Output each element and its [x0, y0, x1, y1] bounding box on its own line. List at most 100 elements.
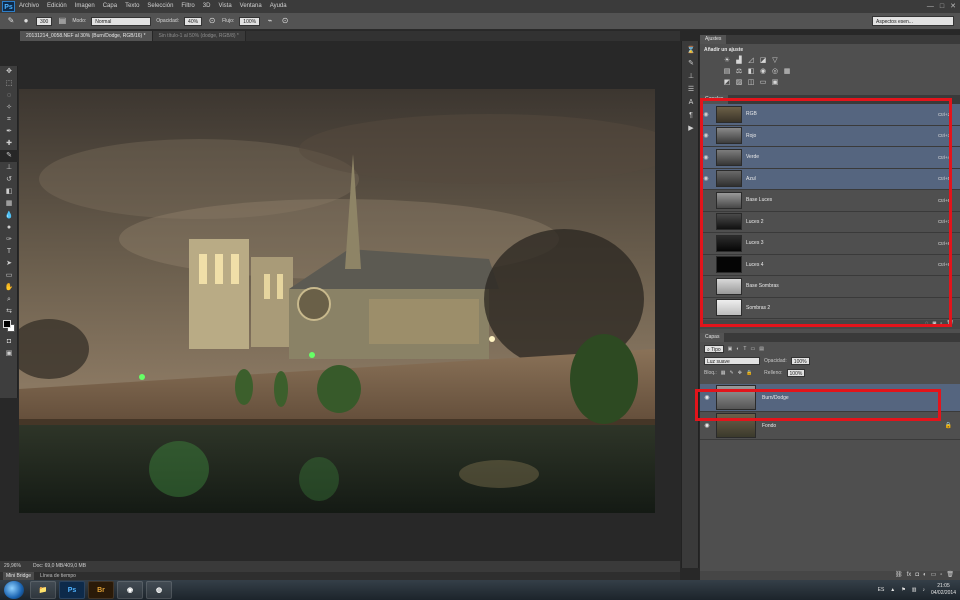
channel-row[interactable]: Luces 3 Ctrl+8 — [700, 233, 960, 255]
save-selection-icon[interactable]: ◙ — [933, 320, 937, 329]
pressure-size-icon[interactable]: ⊙ — [280, 16, 290, 26]
layer-row[interactable]: ◉ Fondo 🔒 — [700, 412, 960, 440]
menu-imagen[interactable]: Imagen — [75, 0, 95, 13]
blur-icon[interactable]: 💧 — [0, 210, 18, 222]
airbrush-icon[interactable]: ⌁ — [265, 16, 275, 26]
mode-select[interactable]: Normal — [91, 16, 152, 26]
flag-icon[interactable]: ⚑ — [901, 587, 905, 593]
lock-pixels-icon[interactable]: ✎ — [730, 370, 734, 376]
lock-position-icon[interactable]: ✥ — [738, 370, 742, 376]
eye-icon[interactable]: ◉ — [700, 175, 712, 182]
brush-preset-icon[interactable]: ● — [21, 16, 31, 26]
tray-arrow-icon[interactable]: ▲ — [890, 587, 895, 593]
eye-icon[interactable]: ◉ — [700, 154, 712, 161]
brush-presets-icon[interactable]: ✎ — [682, 57, 700, 70]
screen-mode-icon[interactable]: ▣ — [0, 348, 18, 360]
channel-row[interactable]: Base Sombras — [700, 276, 960, 298]
lock-icon[interactable]: 🔒 — [746, 370, 752, 376]
hue-saturation-icon[interactable]: ▤ — [722, 67, 732, 76]
workspace-select[interactable]: Aspectos esen... — [872, 16, 954, 26]
eye-icon[interactable]: ◉ — [700, 422, 714, 429]
menu-edicion[interactable]: Edición — [47, 0, 67, 13]
menu-ventana[interactable]: Ventana — [240, 0, 262, 13]
channel-row[interactable]: ◉ Rojo Ctrl+3 — [700, 125, 960, 147]
threshold-icon[interactable]: ◫ — [746, 78, 756, 87]
menu-archivo[interactable]: Archivo — [19, 0, 39, 13]
brush-icon[interactable]: ✎ — [6, 16, 16, 26]
channel-row[interactable]: Sombras 2 — [700, 298, 960, 319]
selective-color-icon[interactable]: ▣ — [770, 78, 780, 87]
black-white-icon[interactable]: ◧ — [746, 67, 756, 76]
document-image[interactable] — [19, 89, 655, 513]
firefox-icon[interactable]: ◍ — [146, 581, 172, 599]
chrome-icon[interactable]: ◉ — [117, 581, 143, 599]
eye-icon[interactable]: ◉ — [700, 111, 712, 118]
eyedropper-icon[interactable]: ✒ — [0, 126, 18, 138]
filter-type-icon[interactable]: T — [743, 346, 746, 352]
menu-seleccion[interactable]: Selección — [147, 0, 173, 13]
channel-row[interactable]: ◉ Verde Ctrl+4 — [700, 147, 960, 169]
type-icon[interactable]: T — [0, 246, 18, 258]
layer-opacity-field[interactable]: 100% — [790, 357, 810, 365]
tab-timeline[interactable]: Línea de tiempo — [40, 572, 76, 580]
exposure-icon[interactable]: ◪ — [758, 56, 768, 65]
load-channel-icon[interactable]: ◌ — [925, 320, 929, 329]
new-group-icon[interactable]: ▭ — [931, 571, 937, 580]
tab-capas[interactable]: Capas — [700, 333, 725, 342]
brightness-icon[interactable]: ☀ — [722, 56, 732, 65]
quick-selection-icon[interactable]: ✧ — [0, 102, 18, 114]
filter-shape-icon[interactable]: ▭ — [750, 346, 755, 352]
zoom-level[interactable]: 29,96% — [4, 561, 21, 572]
volume-icon[interactable]: ♪ — [922, 587, 925, 593]
delete-layer-icon[interactable]: 🗑 — [946, 571, 954, 580]
character-icon[interactable]: A — [682, 96, 700, 109]
tab-mini-bridge[interactable]: Mini Bridge — [3, 572, 35, 580]
photoshop-taskbar-icon[interactable]: Ps — [59, 581, 85, 599]
bridge-taskbar-icon[interactable]: Br — [88, 581, 114, 599]
quick-mask-icon[interactable]: ◘ — [0, 336, 18, 348]
clock[interactable]: 21:05 04/02/2014 — [931, 583, 956, 597]
gradient-map-icon[interactable]: ▭ — [758, 78, 768, 87]
history-brush-icon[interactable]: ↺ — [0, 174, 18, 186]
eraser-icon[interactable]: ◧ — [0, 186, 18, 198]
close-icon[interactable]: ✕ — [950, 0, 956, 13]
channel-row[interactable]: Luces 4 Ctrl+9 — [700, 255, 960, 276]
zoom-icon[interactable]: ⌕ — [0, 294, 18, 306]
history-icon[interactable]: ⌛ — [682, 44, 700, 57]
invert-icon[interactable]: ◩ — [722, 78, 732, 87]
clone-stamp-icon[interactable]: ⊥ — [0, 162, 18, 174]
foreground-color[interactable] — [3, 320, 11, 328]
doc-tab-inactive[interactable]: Sin título-1 al 50% (dodge, RGB/8) * — [152, 31, 246, 41]
add-mask-icon[interactable]: ◘ — [915, 571, 919, 580]
brush-panel-icon[interactable]: ▤ — [57, 16, 67, 26]
new-adjustment-icon[interactable]: ◐ — [923, 571, 927, 580]
new-layer-icon[interactable]: ▫ — [940, 571, 942, 580]
shape-icon[interactable]: ▭ — [0, 270, 18, 282]
layer-filter-select[interactable]: ⌕ Tipo — [704, 345, 724, 353]
start-button[interactable] — [4, 581, 24, 599]
posterize-icon[interactable]: ▨ — [734, 78, 744, 87]
photoshop-logo-icon[interactable]: Ps — [2, 1, 15, 12]
doc-size[interactable]: Doc: 69,0 MB/409,0 MB — [33, 561, 86, 572]
filter-pixel-icon[interactable]: ▣ — [728, 346, 733, 352]
tab-canales[interactable]: Canales — [700, 95, 729, 104]
pressure-opacity-icon[interactable]: ⊙ — [207, 16, 217, 26]
levels-icon[interactable]: ▟ — [734, 56, 744, 65]
layer-row[interactable]: ◉ Burn/Dodge — [700, 384, 960, 412]
gradient-icon[interactable]: ▦ — [0, 198, 18, 210]
eye-icon[interactable]: ◉ — [700, 132, 712, 139]
menu-ayuda[interactable]: Ayuda — [270, 0, 287, 13]
swap-colors-icon[interactable]: ⇆ — [0, 306, 18, 318]
language-indicator[interactable]: ES — [878, 587, 885, 593]
delete-channel-icon[interactable]: 🗑 — [946, 320, 954, 329]
marquee-icon[interactable]: ⬚ — [0, 78, 18, 90]
explorer-icon[interactable]: 📁 — [30, 581, 56, 599]
opacity-field[interactable]: 40% — [184, 16, 203, 26]
lasso-icon[interactable]: ◌ — [0, 90, 18, 102]
lock-transparent-icon[interactable]: ▦ — [721, 370, 726, 376]
eye-icon[interactable]: ◉ — [700, 394, 714, 401]
move-icon[interactable]: ✥ — [0, 66, 18, 78]
menu-3d[interactable]: 3D — [203, 0, 211, 13]
filter-adjust-icon[interactable]: ◐ — [736, 346, 739, 352]
maximize-icon[interactable]: □ — [940, 0, 944, 13]
